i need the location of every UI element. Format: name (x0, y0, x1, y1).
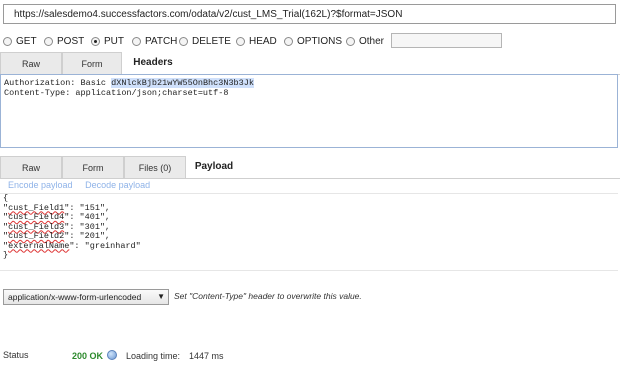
content-type-hint: Set "Content-Type" header to overwrite t… (174, 291, 362, 301)
payload-line: "cust_Field1": "151", (3, 202, 111, 213)
payload-line: "cust_Field3": "301", (3, 221, 111, 232)
radio-icon[interactable] (179, 36, 188, 46)
method-label: PUT (104, 35, 124, 47)
tab-headers-form[interactable]: Form (62, 52, 122, 74)
payload-close-brace: } (3, 250, 9, 260)
tab-payload-raw[interactable]: Raw (0, 156, 62, 178)
payload-line: "cust_Field2": "201", (3, 231, 111, 241)
method-patch[interactable]: PATCH (132, 34, 177, 48)
url-bar (0, 0, 620, 30)
encode-payload-link[interactable]: Encode payload (8, 180, 73, 190)
dropdown-arrow-icon: ▼ (157, 292, 165, 301)
content-type-select[interactable]: application/x-www-form-urlencoded ▼ (3, 289, 169, 305)
radio-selected-icon[interactable] (91, 36, 100, 46)
method-label: Other (359, 35, 385, 47)
info-icon[interactable] (107, 350, 117, 360)
headers-textarea[interactable]: Authorization: Basic dXNlckBjb21wYW55OnB… (0, 74, 618, 148)
radio-icon[interactable] (3, 36, 12, 46)
loading-time-value: 1447 ms (189, 351, 224, 361)
radio-icon[interactable] (132, 36, 141, 46)
method-post[interactable]: POST (44, 34, 84, 48)
payload-line: "cust_Field4": "401", (3, 212, 111, 222)
method-head[interactable]: HEAD (236, 34, 277, 48)
tab-headers-raw[interactable]: Raw (0, 52, 62, 74)
status-label: Status (3, 350, 29, 360)
method-options[interactable]: OPTIONS (284, 34, 342, 48)
payload-value: "401", (79, 212, 111, 222)
radio-icon[interactable] (346, 36, 355, 46)
status-code: 200 OK (72, 351, 104, 361)
url-input[interactable] (3, 4, 616, 24)
method-label: HEAD (249, 35, 277, 47)
payload-key: cust_Field1 (8, 202, 65, 213)
tab-headers[interactable]: Headers (122, 52, 184, 74)
radio-icon[interactable] (236, 36, 245, 46)
method-label: GET (16, 35, 37, 47)
tab-payload-form[interactable]: Form (62, 156, 124, 178)
method-label: PATCH (145, 35, 178, 47)
content-type-header: Content-Type: application/json;charset=u… (4, 88, 229, 98)
method-delete[interactable]: DELETE (179, 34, 231, 48)
payload-value: "301", (79, 221, 111, 232)
method-label: OPTIONS (297, 35, 343, 47)
other-method-input[interactable] (391, 33, 502, 48)
method-get[interactable]: GET (3, 34, 37, 48)
headers-tabbar: Raw Form Headers (0, 52, 620, 75)
payload-line: "externalName": "greinhard" (3, 240, 141, 251)
payload-value: "greinhard" (84, 240, 141, 251)
payload-key: cust_Field4 (8, 212, 65, 222)
method-selector: GET POST PUT PATCH DELETE HEAD OPTIONS O… (0, 32, 620, 50)
payload-key: cust_Field2 (8, 231, 65, 241)
decode-payload-link[interactable]: Decode payload (85, 180, 150, 190)
payload-value: "201", (79, 231, 111, 241)
radio-icon[interactable] (284, 36, 293, 46)
content-type-value: application/x-www-form-urlencoded (8, 292, 142, 302)
payload-textarea[interactable]: { "cust_Field1": "151", "cust_Field4": "… (0, 193, 618, 271)
payload-key: externalName (8, 240, 70, 251)
status-bar: Status 200 OK Loading time: 1447 ms (0, 348, 620, 364)
payload-open-brace: { (3, 193, 9, 203)
content-type-row: application/x-www-form-urlencoded ▼ Set … (0, 288, 620, 306)
method-put[interactable]: PUT (91, 34, 124, 48)
method-other[interactable]: Other (346, 34, 384, 48)
payload-key: cust_Field3 (8, 221, 65, 232)
tab-payload[interactable]: Payload (186, 156, 242, 178)
payload-codec-links: Encode payload Decode payload (8, 180, 160, 192)
payload-value: "151", (79, 202, 111, 213)
payload-tabbar: Raw Form Files (0) Payload (0, 156, 620, 179)
method-label: POST (57, 35, 85, 47)
loading-time-label: Loading time: (126, 351, 181, 361)
radio-icon[interactable] (44, 36, 53, 46)
auth-token: dXNlckBjb21wYW55OnBhc3N3b3Jk (111, 78, 254, 88)
auth-header-key: Authorization: Basic (4, 78, 112, 88)
method-label: DELETE (192, 35, 231, 47)
tab-payload-files[interactable]: Files (0) (124, 156, 186, 178)
